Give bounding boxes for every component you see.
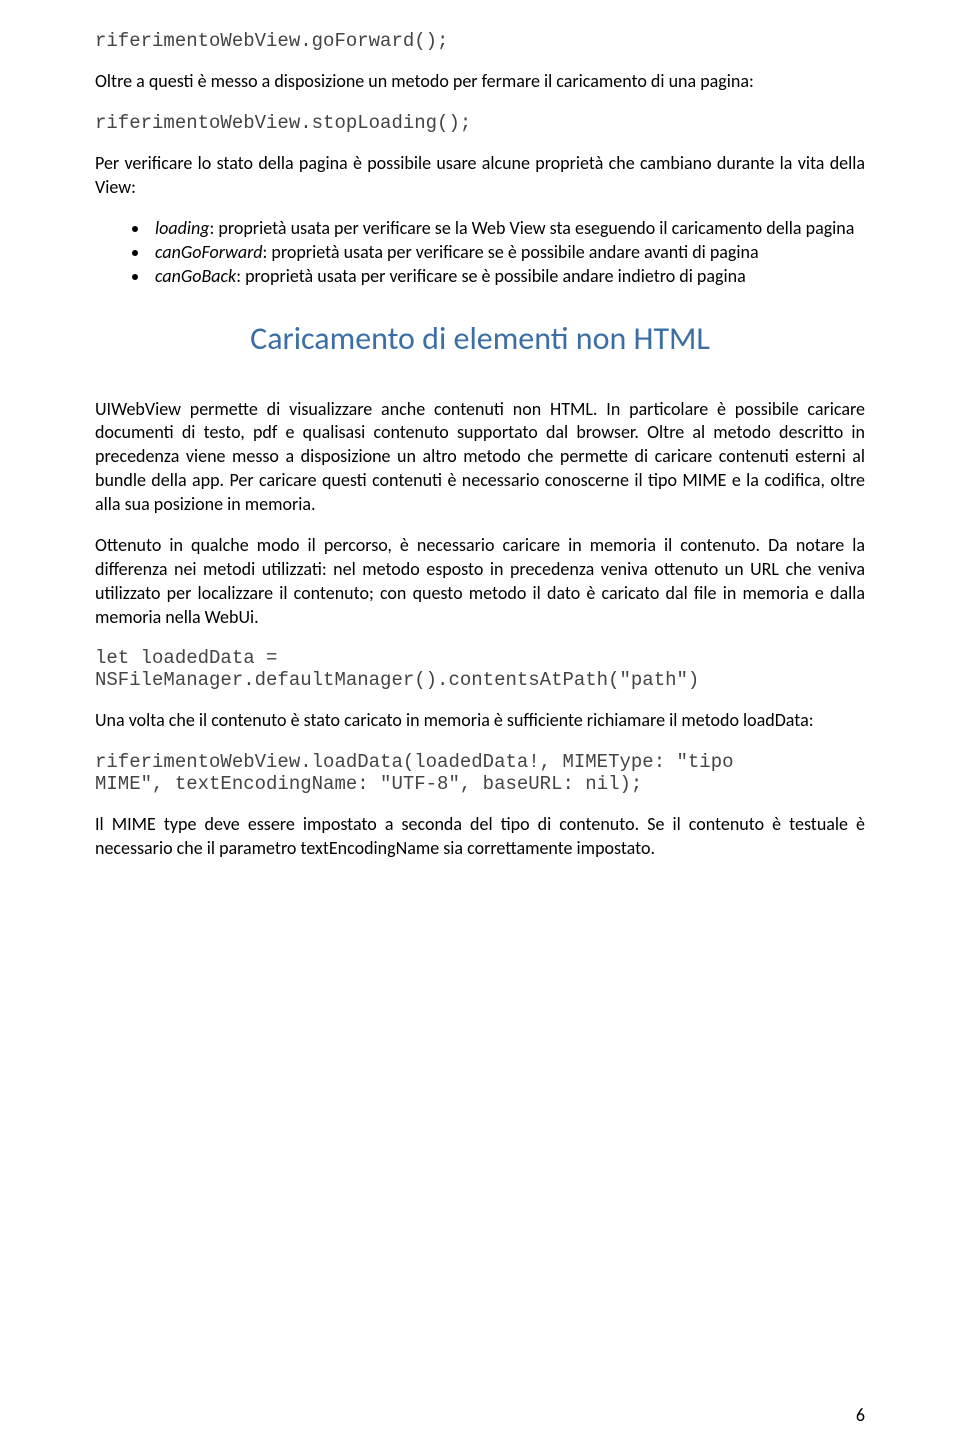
list-item: loading: proprietà usata per verificare … [150, 217, 865, 241]
page-number: 6 [856, 1404, 865, 1426]
term-desc: : proprietà usata per verificare se è po… [263, 241, 759, 263]
code-line-3a: let loadedData = [95, 647, 865, 669]
term-desc: : proprietà usata per verificare se la W… [210, 217, 855, 239]
code-line-4b: MIME", textEncodingName: "UTF-8", baseUR… [95, 773, 865, 795]
code-line-3b: NSFileManager.defaultManager().contentsA… [95, 669, 865, 691]
term: canGoForward [155, 241, 263, 263]
property-list: loading: proprietà usata per verificare … [95, 217, 865, 288]
list-item: canGoForward: proprietà usata per verifi… [150, 241, 865, 265]
code-line-1: riferimentoWebView.goForward(); [95, 30, 865, 52]
code-line-2: riferimentoWebView.stopLoading(); [95, 112, 865, 134]
list-item: canGoBack: proprietà usata per verificar… [150, 265, 865, 289]
section-heading: Caricamento di elementi non HTML [95, 319, 865, 358]
paragraph-1: Oltre a questi è messo a disposizione un… [95, 70, 865, 94]
paragraph-3: UIWebView permette di visualizzare anche… [95, 398, 865, 517]
document-page: riferimentoWebView.goForward(); Oltre a … [0, 0, 960, 1456]
term: canGoBack [155, 265, 236, 287]
paragraph-5: Una volta che il contenuto è stato caric… [95, 709, 865, 733]
code-line-4a: riferimentoWebView.loadData(loadedData!,… [95, 751, 865, 773]
term: loading [155, 217, 210, 239]
paragraph-4: Ottenuto in qualche modo il percorso, è … [95, 534, 865, 629]
paragraph-2: Per verificare lo stato della pagina è p… [95, 152, 865, 200]
term-desc: : proprietà usata per verificare se è po… [236, 265, 746, 287]
paragraph-6: Il MIME type deve essere impostato a sec… [95, 813, 865, 861]
